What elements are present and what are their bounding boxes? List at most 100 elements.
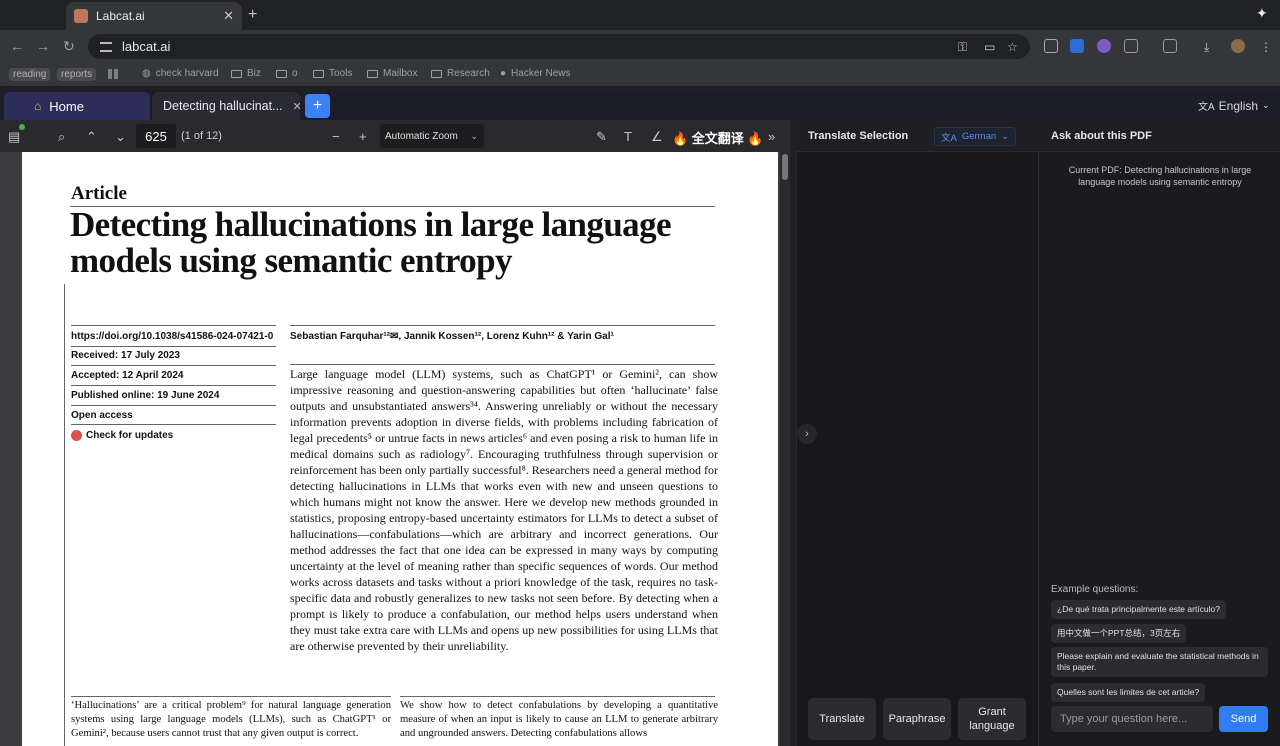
rule — [290, 364, 715, 365]
browser-tab[interactable]: Labcat.ai ✕ — [66, 2, 242, 30]
rule — [290, 325, 715, 326]
back-icon[interactable]: ← — [10, 38, 24, 54]
bookmark-reports[interactable]: reports — [57, 68, 97, 81]
pdf-toolbar: ▤ ⌕ ⌃ ⌄ 625 (1 of 12) − + Automatic Zoom… — [0, 120, 790, 152]
pdf-page: Article Detecting hallucinations in larg… — [22, 152, 778, 746]
previous-page-icon[interactable]: ⌃ — [86, 129, 97, 145]
rule — [71, 405, 276, 406]
published-date: Published online: 19 June 2024 — [71, 390, 220, 401]
profile-extension-icon[interactable] — [1097, 39, 1111, 53]
new-tab-icon[interactable]: + — [248, 6, 257, 24]
download-icon[interactable]: ⤓ — [1204, 40, 1209, 55]
page-number-input[interactable]: 625 — [136, 124, 176, 148]
install-app-icon[interactable]: ▭ — [984, 40, 995, 54]
url-text: labcat.ai — [122, 39, 171, 54]
site-info-icon[interactable] — [100, 41, 112, 52]
language-selector[interactable]: 文A English ⌄ — [1198, 98, 1270, 114]
chevron-right-icon[interactable]: › — [797, 424, 817, 444]
status-dot — [19, 124, 25, 130]
bookmark-reading[interactable]: reading — [9, 68, 51, 81]
translate-button[interactable]: Translate — [808, 698, 876, 740]
bookmark-research[interactable]: Research — [431, 68, 490, 79]
zoom-in-icon[interactable]: + — [359, 129, 367, 144]
address-bar[interactable]: labcat.ai — [88, 34, 1030, 59]
target-language-label: German — [961, 131, 997, 142]
pdf-scrollbar[interactable] — [780, 152, 790, 746]
bookmarks-bar: reading reports ◍ check harvard Biz o Too… — [0, 62, 1280, 86]
language-label: English — [1218, 98, 1259, 113]
check-updates-link[interactable]: Check for updates — [71, 430, 173, 441]
rule — [71, 424, 276, 425]
avatar[interactable] — [1231, 39, 1245, 53]
rule — [71, 346, 276, 347]
zoom-select[interactable]: Automatic Zoom ⌄ — [380, 124, 484, 148]
bookmark-tools[interactable]: Tools — [313, 68, 352, 79]
authors: Sebastian Farquhar¹²✉, Jannik Kossen¹², … — [290, 331, 614, 342]
tab-document-label: Detecting hallucinat... — [163, 99, 283, 113]
bookmark-biz[interactable]: Biz — [231, 68, 261, 79]
bookmark-check-harvard[interactable]: ◍ check harvard — [142, 68, 219, 79]
rule — [71, 385, 276, 386]
labcat-favicon-icon — [74, 9, 88, 23]
add-tab-button[interactable]: + — [305, 94, 330, 118]
bookmark-label: check harvard — [155, 68, 219, 79]
full-translate-button[interactable]: 🔥 全文翻译 🔥 — [672, 128, 764, 147]
tab-search-icon[interactable] — [1163, 39, 1177, 53]
sidebar-toggle-icon[interactable]: ▤ — [8, 129, 20, 145]
translate-icon: 文A — [941, 132, 957, 144]
forward-icon[interactable]: → — [36, 38, 50, 54]
extensions-icon[interactable] — [1124, 39, 1138, 53]
example-question[interactable]: ¿De qué trata principalmente este artícu… — [1051, 600, 1227, 619]
question-input[interactable] — [1051, 706, 1213, 732]
search-icon[interactable]: ⌕ — [58, 129, 65, 145]
key-icon[interactable]: ⚿ — [958, 40, 967, 55]
tab-home-label: Home — [49, 98, 84, 114]
body-column-left: ‘Hallucinations’ are a critical problem⁹… — [71, 700, 391, 739]
bookmark-label: Hacker News — [511, 68, 571, 79]
current-pdf-label: Current PDF: Detecting hallucinations in… — [1068, 165, 1252, 187]
close-tab-icon[interactable]: ✕ — [223, 8, 234, 24]
example-question[interactable]: Quelles sont les limites de cet article? — [1051, 683, 1206, 702]
draw-icon[interactable]: ∠ — [651, 129, 663, 145]
highlight-pen-icon[interactable]: ✎ — [596, 129, 607, 145]
example-question[interactable]: Please explain and evaluate the statisti… — [1051, 647, 1268, 677]
bookmark-o[interactable]: o — [276, 68, 298, 79]
example-questions-label: Example questions: — [1051, 584, 1139, 595]
grant-language-button[interactable]: Grant language — [958, 698, 1026, 740]
text-tool-icon[interactable]: T — [624, 129, 632, 144]
notion-extension-icon[interactable] — [1044, 39, 1058, 53]
target-language-select[interactable]: 文A German ⌄ — [934, 127, 1016, 146]
tab-home[interactable]: ⌂ Home — [4, 92, 150, 120]
tab-document[interactable]: Detecting hallucinat... ✕ — [152, 92, 302, 120]
zoom-out-icon[interactable]: − — [332, 129, 340, 144]
menu-dots-icon[interactable]: ⋮ — [1260, 40, 1272, 54]
folder-icon — [367, 69, 378, 78]
article-label: Article — [71, 183, 127, 204]
bookmark-mailbox[interactable]: Mailbox — [367, 68, 417, 79]
accepted-date: Accepted: 12 April 2024 — [71, 370, 184, 381]
paraphrase-button[interactable]: Paraphrase — [883, 698, 951, 740]
zoom-value: Automatic Zoom — [385, 130, 458, 142]
globe-icon: ◍ — [142, 68, 151, 79]
ask-panel-title: Ask about this PDF — [1051, 130, 1152, 142]
page-count: (1 of 12) — [181, 130, 222, 142]
apps-grid-icon[interactable] — [108, 69, 118, 79]
close-document-tab-icon[interactable]: ✕ — [293, 100, 302, 113]
bookmark-label: Research — [447, 68, 490, 79]
puzzle-extension-icon[interactable] — [1070, 39, 1084, 53]
example-question[interactable]: 用中文做一个PPT总结，3页左右 — [1051, 624, 1187, 643]
sparkle-icon[interactable]: ✦ — [1256, 5, 1268, 22]
doi-link[interactable]: https://doi.org/10.1038/s41586-024-07421… — [71, 331, 273, 342]
bookmark-star-icon[interactable]: ☆ — [1007, 40, 1018, 54]
bookmark-hacker-news[interactable]: ● Hacker News — [500, 68, 571, 79]
translate-icon: 文A — [1198, 102, 1215, 113]
reload-icon[interactable]: ↻ — [63, 38, 75, 55]
pdf-scrollbar-thumb[interactable] — [782, 154, 788, 180]
more-tools-icon[interactable]: » — [768, 129, 775, 144]
rule — [71, 325, 276, 326]
folder-icon — [431, 69, 442, 78]
send-button[interactable]: Send — [1219, 706, 1268, 732]
rule — [400, 696, 715, 697]
next-page-icon[interactable]: ⌄ — [115, 129, 126, 145]
browser-tab-title: Labcat.ai — [96, 9, 145, 23]
